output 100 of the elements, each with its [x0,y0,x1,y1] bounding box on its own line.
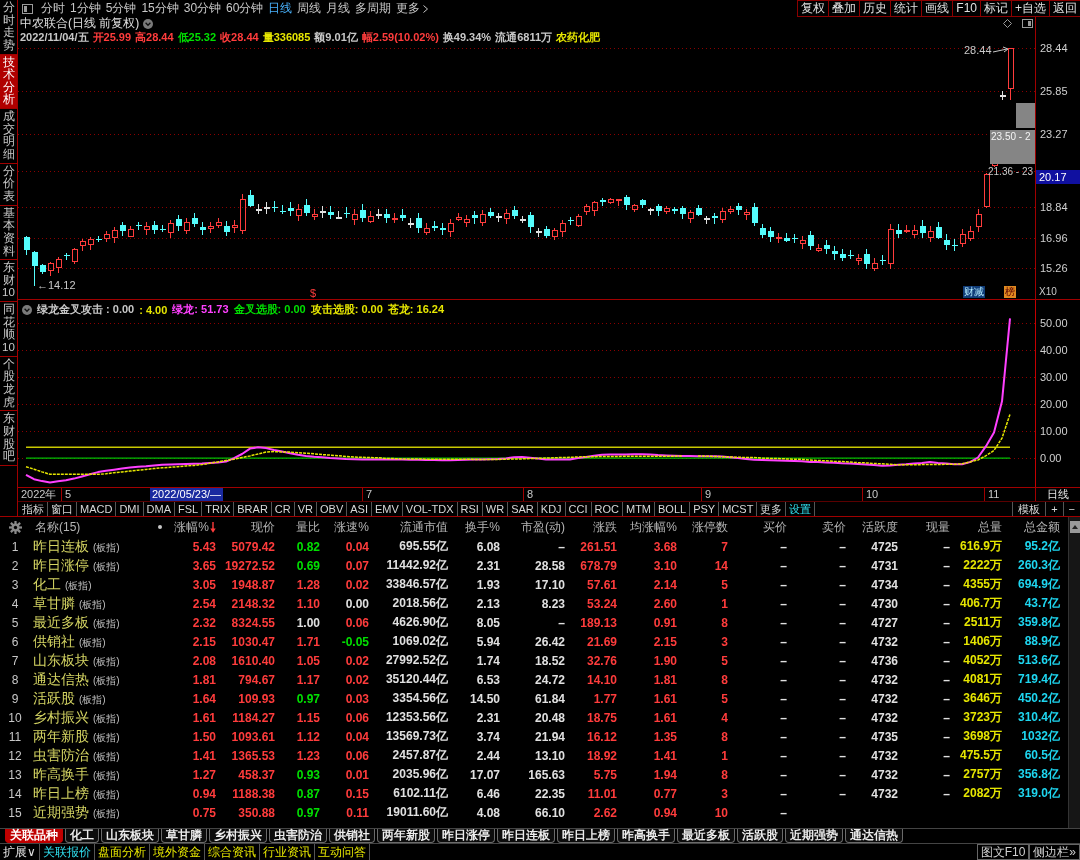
sector-tab[interactable]: 通达信热 [845,829,903,843]
toolbar-button[interactable]: +自选 [1011,0,1049,17]
toolbar-button[interactable]: 画线 [921,0,953,17]
period-tab[interactable]: 5分钟 [105,1,137,16]
event-badge[interactable]: 财减 [963,286,985,298]
sector-name[interactable]: 虫害防治 [33,746,89,765]
diamond-icon[interactable] [1003,19,1012,28]
sector-tab[interactable]: 最近多板 [677,829,735,843]
period-tab[interactable]: 分时 [41,1,65,16]
indicator-tab[interactable]: BOLL [655,502,691,516]
window-icon[interactable] [1022,19,1033,28]
period-tab[interactable]: 周线 [297,1,322,16]
indicator-tab[interactable]: 设置 [786,502,816,516]
settings-icon[interactable] [8,520,22,534]
column-header[interactable]: 量比 [275,518,320,536]
indicator-tab[interactable]: WR [482,502,509,516]
sector-name[interactable]: 化工 [33,575,61,594]
sector-tab[interactable]: 化工 [65,829,99,843]
period-tab[interactable]: 15分钟 [141,1,179,16]
toolbar-button[interactable]: 历史 [859,0,891,17]
scroll-up-icon[interactable] [1069,521,1080,533]
sector-name[interactable]: 昨日上榜 [33,784,89,803]
sector-tab[interactable]: 近期强势 [785,829,843,843]
sector-name[interactable]: 最近多板 [33,613,89,632]
sector-tab[interactable]: 虫害防治 [269,829,327,843]
sector-name[interactable]: 山东板块 [33,651,89,670]
period-tab[interactable]: 30分钟 [183,1,222,16]
indicator-tab[interactable]: SAR [508,502,538,516]
sector-name[interactable]: 乡村振兴 [33,708,89,727]
sector-tab[interactable]: 昨日上榜 [557,829,615,843]
sector-tab[interactable]: 草甘膦 [161,829,207,843]
indicator-tab[interactable]: MACD [77,502,117,516]
side-tab[interactable]: 成交明细 [0,109,17,164]
column-header[interactable]: 总量 [950,518,1002,536]
period-tab[interactable]: 日线 [268,1,293,16]
period-tab[interactable]: 多周期 [355,1,392,16]
sector-tab[interactable]: 活跃股 [737,829,783,843]
dropdown-icon[interactable] [143,18,154,29]
sector-tab[interactable]: 昨高换手 [617,829,675,843]
side-tab[interactable]: 分价表 [0,163,17,206]
toolbar-button[interactable]: F10 [952,0,980,17]
indicator-tab[interactable]: 更多 [757,502,787,516]
indicator-tab[interactable]: OBV [317,502,348,516]
sector-name[interactable]: 昨日连板 [33,537,89,556]
period-tab[interactable]: 更多 [396,1,429,16]
panel-button[interactable]: 侧边栏» [1029,844,1080,860]
toolbar-button[interactable]: 统计 [890,0,922,17]
column-header[interactable]: 买价 [728,518,787,536]
toolbar-button[interactable]: 返回 [1049,0,1080,17]
column-header[interactable]: 现量 [898,518,950,536]
sector-name[interactable]: 近期强势 [33,803,89,822]
sector-tab[interactable]: 昨日连板 [497,829,555,843]
column-header[interactable]: 涨幅% [170,518,216,536]
sector-tab[interactable]: 两年新股 [377,829,435,843]
side-tab[interactable]: 技术分析 [0,54,17,110]
toolbar-button[interactable]: 复权 [797,0,829,17]
side-tab[interactable]: 个股龙虎 [0,356,17,412]
indicator-tab[interactable]: VR [294,502,317,516]
side-tab[interactable]: 分时走势 [0,0,17,55]
dropdown-icon[interactable] [22,304,32,315]
side-tab[interactable]: 东财10 [0,260,17,303]
sector-tab[interactable]: 昨日涨停 [437,829,495,843]
indicator-tab[interactable]: TRIX [202,502,235,516]
toolbar-button[interactable]: 标记 [980,0,1011,17]
panel-toggle-icon[interactable] [22,3,33,14]
sector-name[interactable]: 两年新股 [33,727,89,746]
expand-button[interactable]: 扩展∨ [0,844,40,860]
column-header[interactable]: 涨跌 [565,518,617,536]
period-tab[interactable]: 1分钟 [70,1,101,16]
indicator-tab[interactable]: VOL-TDX [402,502,458,516]
column-header[interactable]: 涨速% [320,518,369,536]
scrollbar[interactable] [1068,517,1080,828]
column-header[interactable]: 卖价 [787,518,846,536]
side-tab[interactable]: 同花顺10 [0,302,17,357]
column-header[interactable]: 现价 [216,518,275,536]
sector-tab[interactable]: 供销社 [329,829,375,843]
sector-tab[interactable]: 关联品种 [5,829,63,843]
period-tab[interactable]: 60分钟 [226,1,264,16]
side-tab[interactable]: 东财股吧 [0,411,17,466]
column-header[interactable]: 流通市值 [369,518,448,536]
indicator-tab[interactable]: 指标 [19,502,48,516]
column-header[interactable]: 市盈(动) [500,518,565,536]
column-header[interactable]: 活跃度 [846,518,898,536]
column-header[interactable]: 涨停数 [677,518,728,536]
sector-tab[interactable]: 山东板块 [101,829,159,843]
sector-name[interactable]: 活跃股 [33,689,75,708]
indicator-tab[interactable]: FSL [175,502,203,516]
sector-name[interactable]: 昨日涨停 [33,556,89,575]
sector-name[interactable]: 草甘膦 [33,594,75,613]
zoom-level-label[interactable]: X10 [1039,286,1057,298]
period-tab[interactable]: 月线 [326,1,351,16]
column-header[interactable]: 名称(15) [30,518,81,536]
column-header[interactable]: 总金额 [1002,518,1060,536]
side-tab[interactable]: 基本资料 [0,205,17,261]
panel-button[interactable]: 图文F10 [976,844,1030,860]
column-header[interactable]: 换手% [448,518,500,536]
indicator-tab[interactable]: MTM [623,502,656,516]
column-header[interactable]: 均涨幅% [617,518,677,536]
sector-name[interactable]: 通达信热 [33,670,89,689]
indicator-tab[interactable]: ASI [347,502,372,516]
